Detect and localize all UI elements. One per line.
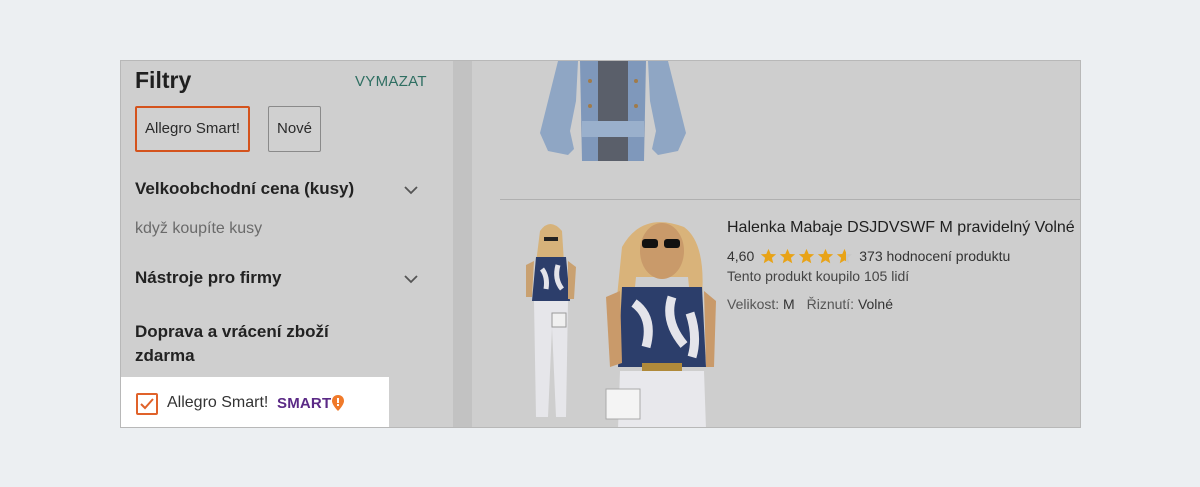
chevron-down-icon[interactable] — [403, 182, 419, 198]
star-icon — [818, 248, 834, 263]
product-listing: Halenka Mabaje DSJDVSWF M pravidelný Vol… — [472, 61, 1080, 427]
checkmark-icon — [140, 398, 154, 410]
product-params: Velikost: M Řiznutí: Volné — [727, 296, 893, 312]
section-business-tools[interactable]: Nástroje pro firmy — [135, 268, 281, 288]
smart-option-label: Allegro Smart! — [167, 394, 269, 411]
filters-title: Filtry — [135, 67, 192, 93]
product-rating: 4,60 373 hodnocení produktu — [727, 247, 1010, 265]
smart-pin-icon — [332, 395, 344, 411]
clear-filters-link[interactable]: VYMAZAT — [355, 73, 427, 90]
star-icon — [780, 248, 796, 263]
screenshot-frame: Filtry VYMAZAT Allegro Smart! Nové Velko… — [120, 60, 1081, 428]
section-shipping-title: Doprava a vrácení zboží zdarma — [135, 322, 329, 366]
filters-sidebar: Filtry VYMAZAT Allegro Smart! Nové Velko… — [121, 61, 453, 427]
section-wholesale-price[interactable]: Velkoobchodní cena (kusy) — [135, 179, 354, 199]
wholesale-hint: když koupíte kusy — [135, 220, 263, 237]
chip-allegro-smart[interactable]: Allegro Smart! — [135, 106, 251, 152]
cut-value: Volné — [857, 296, 893, 312]
rating-value: 4,60 — [727, 248, 755, 264]
denim-jacket-image[interactable] — [518, 61, 708, 163]
section-shipping-line2: zdarma — [135, 346, 195, 365]
review-count[interactable]: 373 hodnocení produktu — [859, 248, 1010, 264]
product-title[interactable]: Halenka Mabaje DSJDVSWF M pravidelný Vol… — [727, 219, 1075, 237]
smart-filter-option[interactable]: Allegro Smart! SMART — [121, 377, 389, 427]
star-icon — [761, 248, 777, 263]
product-photo-closeup[interactable] — [602, 217, 722, 428]
column-divider — [453, 61, 472, 427]
chevron-down-icon[interactable] — [403, 271, 419, 287]
half-star-icon — [837, 248, 853, 263]
cut-label: Řiznutí: — [806, 296, 855, 312]
product-photo-full[interactable] — [512, 217, 588, 428]
rating-stars — [760, 248, 853, 265]
listing-separator — [500, 199, 1080, 200]
purchase-count: Tento produkt koupilo 105 lidí — [727, 268, 910, 284]
size-label: Velikost: — [727, 296, 780, 312]
size-value: M — [783, 296, 795, 312]
section-shipping-line1: Doprava a vrácení zboží — [135, 322, 329, 341]
star-icon — [799, 248, 815, 263]
smart-checkbox[interactable] — [136, 393, 158, 415]
smart-logo-text: SMART — [277, 395, 332, 412]
smart-logo: SMART — [277, 395, 331, 412]
chip-new[interactable]: Nové — [268, 106, 322, 152]
